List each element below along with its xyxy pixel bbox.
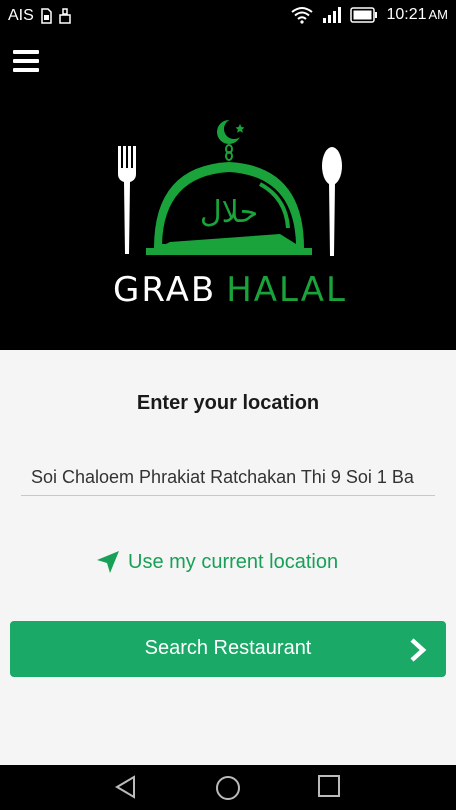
crescent-icon	[217, 119, 245, 144]
system-navigation-bar	[0, 765, 456, 810]
chain-icon	[225, 144, 233, 161]
chevron-right-icon	[410, 638, 427, 662]
search-restaurant-button[interactable]: Search Restaurant	[10, 621, 446, 677]
page-title: Enter your location	[136, 392, 320, 414]
recents-icon[interactable]	[318, 775, 340, 797]
logo-word-halal: HALAL	[226, 270, 347, 310]
back-icon[interactable]	[114, 775, 138, 799]
carrier-label: AIS	[8, 7, 34, 24]
wifi-icon	[291, 7, 314, 24]
status-left: AIS	[8, 7, 72, 25]
fork-icon	[118, 146, 136, 254]
logo-wordmark: GRAB HALAL	[110, 270, 350, 310]
menu-line-icon	[13, 59, 39, 63]
use-current-location-link[interactable]: Use my current location	[96, 550, 338, 574]
menu-line-icon	[13, 50, 39, 54]
signal-icon	[323, 7, 342, 23]
grab-halal-logo: حلال GRAB HALAL	[110, 112, 350, 312]
status-bar: AIS 10:21 AM	[0, 0, 456, 32]
battery-icon	[350, 7, 378, 23]
status-right: 10:21 AM	[290, 6, 448, 24]
use-location-label: Use my current location	[128, 550, 339, 573]
location-arrow-icon	[97, 551, 119, 573]
search-button-label: Search Restaurant	[144, 637, 312, 659]
spoon-icon	[322, 147, 342, 256]
logo-graphic: حلال	[118, 119, 342, 256]
menu-line-icon	[13, 68, 39, 72]
clock-ampm: AM	[428, 7, 449, 22]
home-icon[interactable]	[215, 775, 241, 801]
clock: 10:21 AM	[386, 6, 448, 24]
sim-icon	[41, 8, 52, 24]
location-panel: Enter your location Soi Chaloem Phrakiat…	[0, 350, 456, 765]
location-input[interactable]: Soi Chaloem Phrakiat Ratchakan Thi 9 Soi…	[21, 458, 435, 496]
logo-word-grab: GRAB	[113, 270, 217, 310]
clock-time: 10:21	[386, 6, 427, 23]
hamburger-menu-button[interactable]	[13, 50, 39, 72]
header: حلال GRAB HALAL	[0, 32, 456, 350]
logo-arabic-text: حلال	[200, 195, 258, 230]
cleaner-icon	[59, 8, 71, 24]
